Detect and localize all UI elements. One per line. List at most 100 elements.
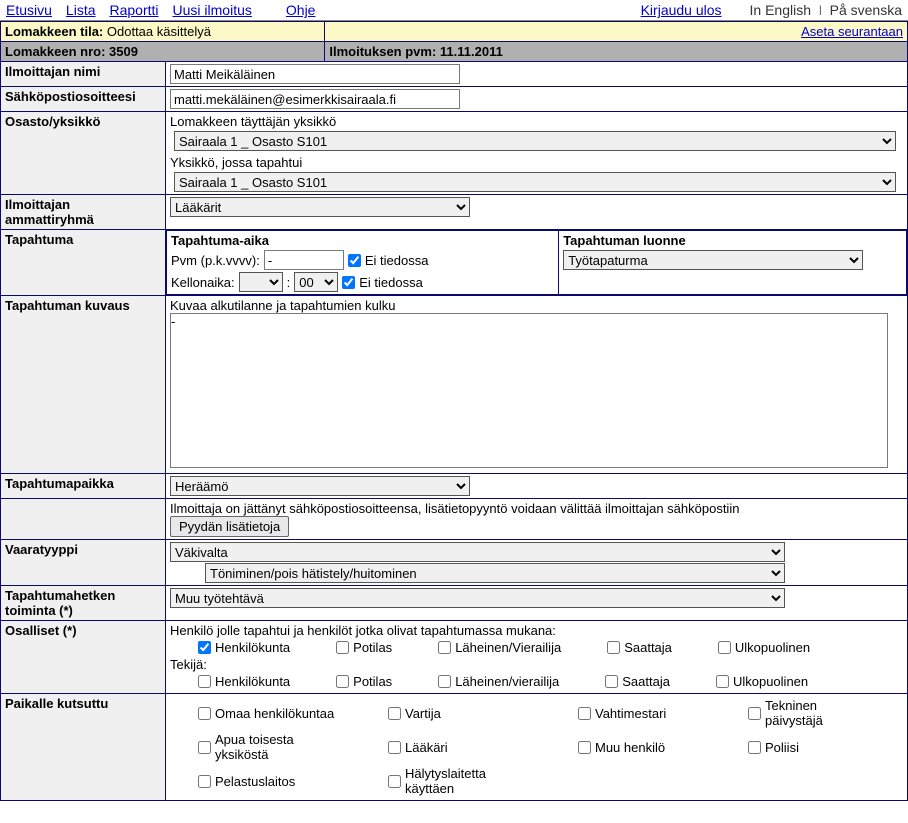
lang-sv[interactable]: På svenska bbox=[830, 2, 902, 18]
kello-unknown-checkbox[interactable] bbox=[342, 276, 355, 289]
parties-victim-patient-label: Potilas bbox=[353, 640, 392, 655]
called-rescue-label: Pelastuslaitos bbox=[215, 774, 295, 789]
activity-select[interactable]: Muu työtehtävä bbox=[170, 588, 785, 608]
nav-lista[interactable]: Lista bbox=[66, 2, 96, 18]
called-label: Paikalle kutsuttu bbox=[1, 694, 166, 801]
event-nature-head: Tapahtuman luonne bbox=[563, 233, 902, 248]
danger-type-select[interactable]: Väkivalta bbox=[170, 542, 785, 562]
form-number: Lomakkeen nro: 3509 bbox=[1, 42, 325, 62]
kello-hour-select[interactable] bbox=[239, 272, 283, 292]
report-date-value: 11.11.2011 bbox=[440, 44, 503, 59]
called-own-staff[interactable] bbox=[198, 707, 211, 720]
unit-label: Osasto/yksikkö bbox=[1, 112, 166, 195]
filler-unit-select[interactable]: Sairaala 1 _ Osasto S101 bbox=[174, 131, 896, 151]
set-follow-link[interactable]: Aseta seurantaan bbox=[801, 24, 903, 39]
parties-perp-escort[interactable] bbox=[605, 675, 618, 688]
called-other-person[interactable] bbox=[578, 741, 591, 754]
happened-unit-select[interactable]: Sairaala 1 _ Osasto S101 bbox=[174, 172, 896, 192]
called-other-unit[interactable] bbox=[198, 741, 211, 754]
parties-perp-patient[interactable] bbox=[336, 675, 349, 688]
parties-victim-staff-label: Henkilökunta bbox=[215, 640, 290, 655]
activity-label: Tapahtumahetken toiminta (*) bbox=[1, 586, 166, 621]
pvm-label: Pvm (p.k.vvvv): bbox=[171, 253, 260, 268]
form-status-value: Odottaa käsittelyä bbox=[107, 24, 211, 39]
nav-ohje[interactable]: Ohje bbox=[286, 2, 316, 18]
report-date-label: Ilmoituksen pvm: bbox=[329, 44, 436, 59]
danger-label: Vaaratyyppi bbox=[1, 540, 166, 586]
pvm-unknown-checkbox[interactable] bbox=[348, 254, 361, 267]
place-select[interactable]: Heräämö bbox=[170, 476, 470, 496]
event-label: Tapahtuma bbox=[1, 230, 166, 296]
called-doctor-label: Lääkäri bbox=[405, 740, 448, 755]
parties-h2: Tekijä: bbox=[170, 657, 903, 672]
parties-perp-outsider[interactable] bbox=[716, 675, 729, 688]
called-guard[interactable] bbox=[388, 707, 401, 720]
pvm-input[interactable] bbox=[264, 250, 344, 270]
parties-perp-staff[interactable] bbox=[198, 675, 211, 688]
called-other-person-label: Muu henkilö bbox=[595, 740, 665, 755]
nav-etusivu[interactable]: Etusivu bbox=[6, 2, 52, 18]
report-date: Ilmoituksen pvm: 11.11.2011 bbox=[325, 42, 908, 62]
profession-select[interactable]: Lääkärit bbox=[170, 197, 470, 217]
called-tech-label: Tekninen päivystäjä bbox=[765, 698, 852, 728]
description-hint: Kuvaa alkutilanne ja tapahtumien kulku bbox=[170, 298, 903, 313]
called-police[interactable] bbox=[748, 741, 761, 754]
parties-perp-patient-label: Potilas bbox=[353, 674, 392, 689]
top-nav: Etusivu Lista Raportti Uusi ilmoitus Ohj… bbox=[0, 0, 908, 21]
called-rescue[interactable] bbox=[198, 775, 211, 788]
lang-separator: | bbox=[819, 5, 822, 16]
form-number-value: 3509 bbox=[109, 44, 138, 59]
parties-perp-visitor-label: Läheinen/vierailija bbox=[455, 674, 559, 689]
profession-label: Ilmoittajan ammattiryhmä bbox=[1, 195, 166, 230]
colon: : bbox=[287, 275, 291, 290]
parties-perp-visitor[interactable] bbox=[438, 675, 451, 688]
request-info-label-cell bbox=[1, 499, 166, 540]
parties-victim-escort-label: Saattaja bbox=[624, 640, 672, 655]
parties-perp-escort-label: Saattaja bbox=[622, 674, 670, 689]
parties-victim-staff[interactable] bbox=[198, 641, 211, 654]
parties-perp-outsider-label: Ulkopuolinen bbox=[733, 674, 808, 689]
called-tech[interactable] bbox=[748, 707, 761, 720]
nav-raportti[interactable]: Raportti bbox=[110, 2, 159, 18]
description-label: Tapahtuman kuvaus bbox=[1, 296, 166, 474]
parties-victim-visitor[interactable] bbox=[438, 641, 451, 654]
parties-victim-outsider[interactable] bbox=[718, 641, 731, 654]
form-status: Lomakkeen tila: Odottaa käsittelyä bbox=[1, 22, 325, 42]
lang-en[interactable]: In English bbox=[750, 2, 811, 18]
called-alarm[interactable] bbox=[388, 775, 401, 788]
reporter-name-label: Ilmoittajan nimi bbox=[1, 62, 166, 87]
request-info-text: Ilmoittaja on jättänyt sähköpostiosoitte… bbox=[170, 501, 903, 516]
place-label: Tapahtumapaikka bbox=[1, 474, 166, 499]
called-alarm-label: Hälytyslaitetta käyttäen bbox=[405, 766, 532, 796]
form-status-label: Lomakkeen tila: bbox=[5, 24, 103, 39]
form-number-label: Lomakkeen nro: bbox=[5, 44, 105, 59]
description-textarea[interactable]: - bbox=[170, 313, 888, 468]
pvm-unknown-label: Ei tiedossa bbox=[365, 253, 429, 268]
happened-unit-label: Yksikkö, jossa tapahtui bbox=[166, 153, 907, 172]
parties-victim-patient[interactable] bbox=[336, 641, 349, 654]
parties-victim-outsider-label: Ulkopuolinen bbox=[735, 640, 810, 655]
called-own-staff-label: Omaa henkilökuntaa bbox=[215, 706, 334, 721]
called-guard-label: Vartija bbox=[405, 706, 441, 721]
parties-victim-escort[interactable] bbox=[607, 641, 620, 654]
called-other-unit-label: Apua toisesta yksiköstä bbox=[215, 732, 342, 762]
filler-unit-label: Lomakkeen täyttäjän yksikkö bbox=[166, 112, 907, 131]
nav-uusi-ilmoitus[interactable]: Uusi ilmoitus bbox=[173, 2, 252, 18]
parties-label: Osalliset (*) bbox=[1, 621, 166, 694]
called-police-label: Poliisi bbox=[765, 740, 799, 755]
event-nature-select[interactable]: Työtapaturma bbox=[563, 250, 863, 270]
reporter-name-input[interactable] bbox=[170, 64, 460, 84]
parties-victim-visitor-label: Läheinen/Vierailija bbox=[455, 640, 561, 655]
reporter-email-input[interactable] bbox=[170, 89, 460, 109]
parties-h1: Henkilö jolle tapahtui ja henkilöt jotka… bbox=[170, 623, 903, 638]
danger-subtype-select[interactable]: Töniminen/pois hätistely/huitominen bbox=[205, 563, 785, 583]
nav-logout[interactable]: Kirjaudu ulos bbox=[641, 2, 722, 18]
kello-min-select[interactable]: 00 bbox=[294, 272, 338, 292]
reporter-email-label: Sähköpostiosoitteesi bbox=[1, 87, 166, 112]
called-porter-label: Vahtimestari bbox=[595, 706, 666, 721]
called-doctor[interactable] bbox=[388, 741, 401, 754]
request-info-button[interactable]: Pyydän lisätietoja bbox=[170, 516, 289, 537]
called-porter[interactable] bbox=[578, 707, 591, 720]
kello-label: Kellonaika: bbox=[171, 275, 235, 290]
parties-perp-staff-label: Henkilökunta bbox=[215, 674, 290, 689]
